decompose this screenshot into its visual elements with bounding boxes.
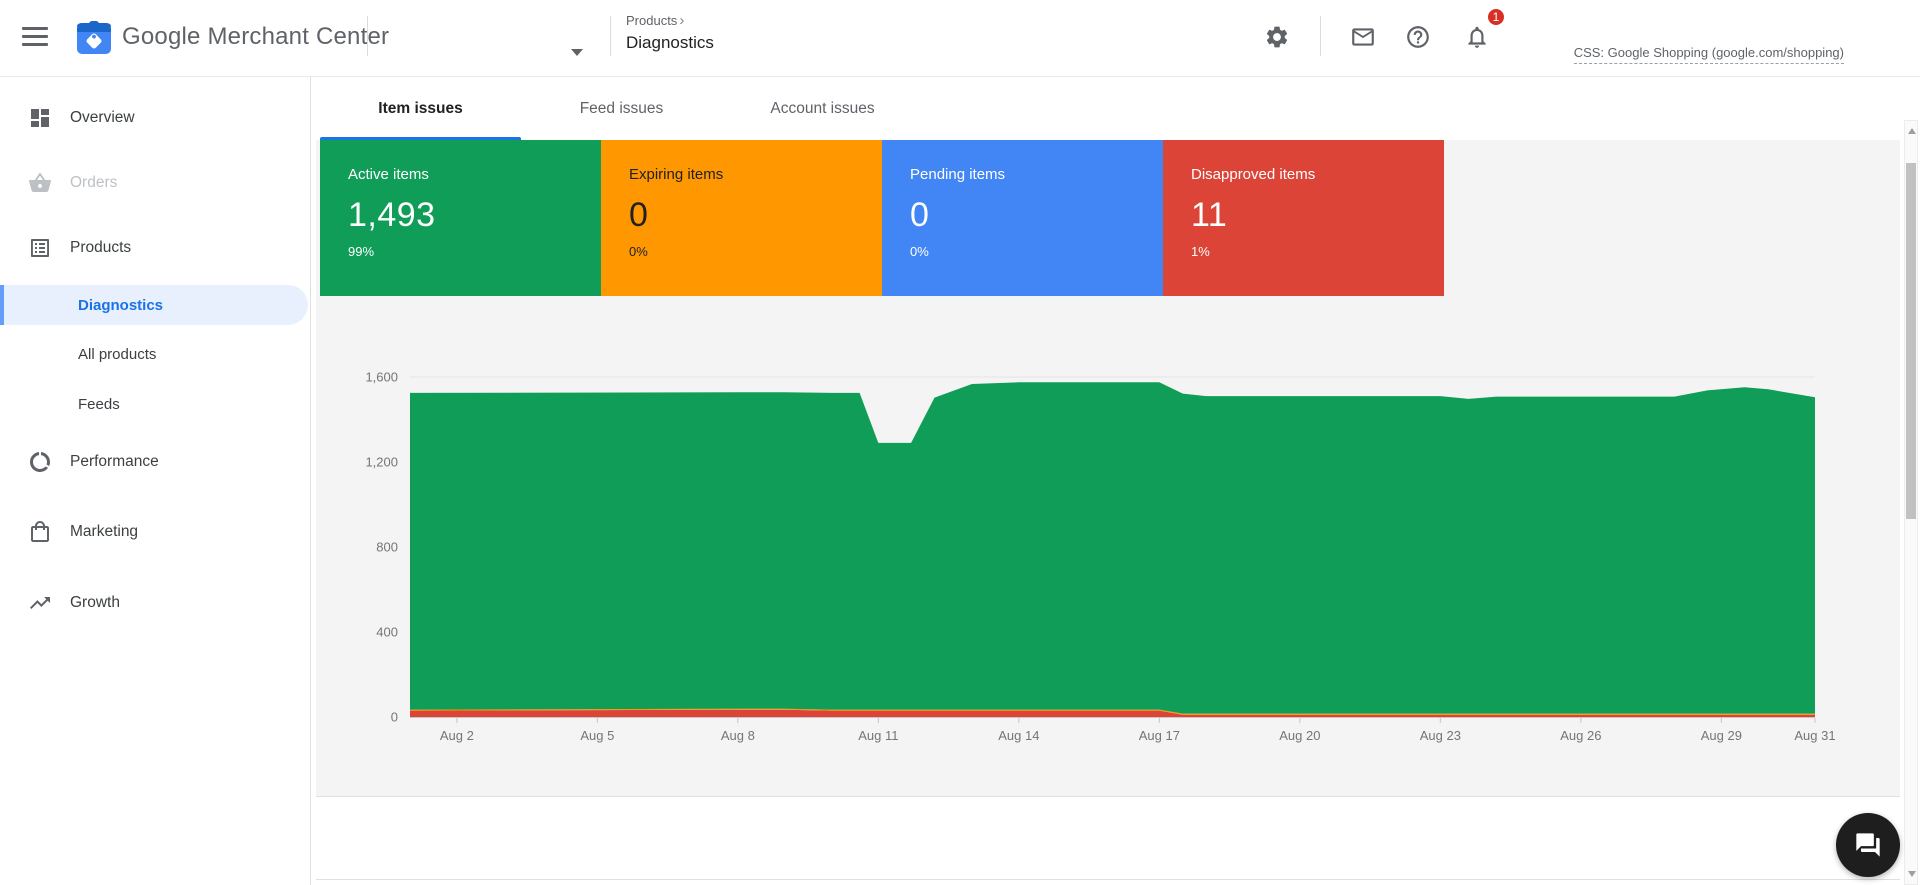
card-value: 1,493: [348, 196, 436, 234]
vertical-scrollbar[interactable]: [1904, 120, 1918, 885]
y-tick-label: 1,600: [365, 370, 398, 385]
sidebar-item-label: All products: [78, 345, 157, 363]
y-tick-label: 800: [376, 540, 398, 555]
y-tick-label: 0: [391, 710, 398, 725]
card-active-items[interactable]: Active items 1,493 99%: [320, 140, 601, 296]
shopping-basket-icon: [28, 171, 52, 195]
x-tick-label: Aug 2: [440, 728, 474, 743]
forum-chat-icon: [1856, 833, 1880, 857]
sidebar-item-label: Growth: [70, 594, 120, 611]
x-tick-label: Aug 14: [998, 728, 1039, 743]
chevron-right-icon: ›: [679, 12, 685, 29]
section-divider: [316, 879, 1900, 880]
sidebar-item-marketing[interactable]: Marketing: [0, 512, 308, 552]
diagnostics-panel: 0 400 800 1,200 1,600 Aug 2 Aug 5 Aug 8 Aug 11 Au…: [316, 140, 1900, 797]
sidebar-item-label: Feeds: [78, 395, 120, 413]
mail-icon[interactable]: [1350, 24, 1376, 50]
list-card-icon: [28, 236, 52, 260]
help-icon[interactable]: [1405, 24, 1431, 50]
card-disapproved-items[interactable]: Disapproved items 11 1%: [1163, 140, 1444, 296]
card-pending-items[interactable]: Pending items 0 0%: [882, 140, 1163, 296]
sidebar-item-feeds[interactable]: Feeds: [0, 384, 308, 424]
sidebar-item-label: Products: [70, 239, 132, 256]
sidebar-item-orders[interactable]: Orders: [0, 163, 308, 203]
status-cards-row: Active items 1,493 99% Expiring items 0 …: [320, 140, 1444, 296]
card-value: 11: [1191, 196, 1228, 234]
trending-up-icon: [28, 591, 52, 615]
sidebar-item-label: Orders: [70, 174, 118, 191]
sidebar-item-label: Diagnostics: [78, 296, 164, 314]
scrollbar-thumb[interactable]: [1906, 163, 1916, 519]
sidebar-item-label: Marketing: [70, 523, 139, 540]
x-tick-label: Aug 5: [580, 728, 614, 743]
sidebar-item-label: Performance: [70, 453, 159, 470]
scroll-up-arrow-icon[interactable]: [1908, 128, 1916, 134]
x-tick-label: Aug 26: [1560, 728, 1601, 743]
sidebar-item-label: Overview: [70, 109, 135, 126]
breadcrumb-parent-link[interactable]: Products ›: [626, 13, 714, 28]
sidebar-item-overview[interactable]: Overview: [0, 98, 308, 138]
tab-account-issues[interactable]: Account issues: [722, 77, 923, 140]
x-tick-label: Aug 8: [721, 728, 755, 743]
y-tick-label: 400: [376, 625, 398, 640]
x-tick-label: Aug 17: [1139, 728, 1180, 743]
card-percent: 1%: [1191, 244, 1210, 259]
sidebar-item-all-products[interactable]: All products: [0, 334, 308, 374]
notification-count-badge: 1: [1486, 7, 1506, 27]
breadcrumb: Products › Diagnostics: [626, 13, 714, 53]
menu-icon[interactable]: [22, 27, 48, 47]
x-tick-label: Aug 29: [1701, 728, 1742, 743]
top-bar: Google Merchant Center Products › Diagno…: [0, 0, 1920, 77]
card-label: Disapproved items: [1191, 166, 1316, 183]
divider: [610, 16, 611, 56]
sidebar-nav: Overview Orders Products Diagnostics All…: [0, 77, 311, 885]
shopping-bag-icon: [28, 520, 52, 544]
divider: [367, 16, 368, 56]
settings-gear-icon[interactable]: [1264, 24, 1290, 50]
card-label: Active items: [348, 166, 429, 183]
issues-tab-bar: Item issues Feed issues Account issues: [320, 77, 923, 140]
x-tick-label: Aug 20: [1279, 728, 1320, 743]
page-title: Diagnostics: [626, 33, 714, 52]
card-label: Expiring items: [629, 166, 724, 183]
tab-item-issues[interactable]: Item issues: [320, 77, 521, 140]
brand-title: Google Merchant Center: [122, 23, 390, 50]
donut-chart-icon: [28, 450, 52, 474]
area-series-active-items: [410, 382, 1815, 714]
sidebar-item-products[interactable]: Products: [0, 228, 308, 268]
card-value: 0: [910, 196, 930, 234]
css-account-label[interactable]: CSS: Google Shopping (google.com/shoppin…: [1573, 45, 1844, 64]
scroll-down-arrow-icon[interactable]: [1908, 871, 1916, 877]
x-tick-label: Aug 31: [1794, 728, 1835, 743]
card-percent: 0%: [629, 244, 648, 259]
chat-fab-button[interactable]: [1836, 813, 1900, 877]
divider: [1320, 16, 1321, 56]
card-percent: 99%: [348, 244, 375, 259]
sidebar-item-growth[interactable]: Growth: [0, 583, 308, 623]
account-selector-dropdown[interactable]: [380, 16, 590, 60]
x-tick-label: Aug 11: [858, 728, 898, 743]
sidebar-item-performance[interactable]: Performance: [0, 442, 308, 482]
card-percent: 0%: [910, 244, 929, 259]
card-expiring-items[interactable]: Expiring items 0 0%: [601, 140, 882, 296]
merchant-center-logo-icon: [77, 21, 111, 54]
dashboard-icon: [28, 106, 52, 130]
card-label: Pending items: [910, 166, 1006, 183]
card-value: 0: [629, 196, 649, 234]
notifications-bell-icon[interactable]: [1464, 24, 1490, 50]
sidebar-item-diagnostics[interactable]: Diagnostics: [0, 285, 308, 325]
chevron-down-icon: [571, 49, 583, 56]
tab-feed-issues[interactable]: Feed issues: [521, 77, 722, 140]
y-tick-label: 1,200: [365, 455, 398, 470]
x-tick-label: Aug 23: [1420, 728, 1461, 743]
